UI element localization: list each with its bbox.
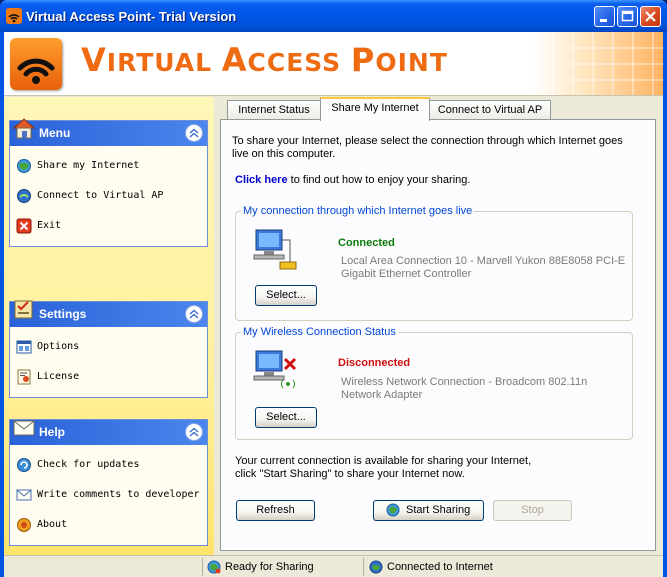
help-link-row: Click here to find out how to enjoy your… bbox=[235, 174, 470, 187]
wireless-desc-line1: Wireless Network Connection - Broadcom 8… bbox=[341, 376, 588, 388]
sidebar: Menu Share my Internet Connect to Virtua… bbox=[4, 97, 214, 559]
tab-connect-virtual-ap[interactable]: Connect to Virtual AP bbox=[429, 100, 551, 120]
wireless-status-disconnected: Disconnected bbox=[338, 357, 411, 369]
wireless-status-group: My Wireless Connection Status Disconnect… bbox=[235, 326, 633, 440]
sharing-status-icon bbox=[207, 560, 221, 574]
menu-panel-title: Menu bbox=[39, 126, 71, 140]
about-icon bbox=[17, 518, 31, 532]
intro-text-line2: live on this computer. bbox=[232, 148, 336, 160]
status-sharing: Ready for Sharing bbox=[202, 558, 363, 576]
tab-internet-status[interactable]: Internet Status bbox=[227, 100, 321, 120]
wireless-desc-line2: Network Adapter bbox=[341, 389, 423, 401]
start-sharing-label: Start Sharing bbox=[406, 504, 471, 516]
status-internet: Connected to Internet bbox=[363, 558, 663, 576]
settings-panel: Settings Options License bbox=[9, 300, 208, 398]
help-panel-title: Help bbox=[39, 425, 66, 439]
sidebar-item-connect-virtual-ap[interactable]: Connect to Virtual AP bbox=[10, 184, 207, 214]
minimize-icon bbox=[600, 19, 607, 22]
maximize-button[interactable] bbox=[617, 6, 638, 27]
banner-decoration bbox=[533, 32, 663, 95]
window-left-border bbox=[0, 32, 4, 577]
client-area: VIRTUAL ACCESS POINT Menu Share my Inter… bbox=[4, 32, 663, 577]
my-connection-title: My connection through which Internet goe… bbox=[241, 205, 475, 217]
options-icon bbox=[16, 340, 32, 354]
home-icon bbox=[12, 118, 36, 139]
menu-panel: Menu Share my Internet Connect to Virtua… bbox=[9, 118, 208, 247]
license-icon bbox=[17, 369, 31, 385]
sidebar-item-options[interactable]: Options bbox=[10, 335, 207, 365]
my-connection-group: My connection through which Internet goe… bbox=[235, 205, 633, 321]
help-panel: Help Check for updates Write comments to… bbox=[9, 419, 208, 546]
collapse-button[interactable] bbox=[185, 305, 203, 323]
update-icon bbox=[17, 458, 31, 472]
help-panel-header[interactable]: Help bbox=[10, 420, 207, 445]
share-tab-page: To share your Internet, please select th… bbox=[220, 119, 656, 551]
sidebar-item-license[interactable]: License bbox=[10, 365, 207, 395]
sharing-note-line2: click "Start Sharing" to share your Inte… bbox=[235, 468, 465, 480]
close-icon bbox=[645, 11, 656, 22]
select-connection-button[interactable]: Select... bbox=[255, 285, 317, 306]
title-bar[interactable]: Virtual Access Point- Trial Version bbox=[0, 0, 667, 32]
network-icon bbox=[17, 189, 31, 203]
sharing-note-line1: Your current connection is available for… bbox=[235, 455, 532, 467]
collapse-button[interactable] bbox=[185, 124, 203, 142]
start-sharing-icon bbox=[386, 503, 400, 517]
wireless-disconnected-icon bbox=[253, 350, 297, 389]
minimize-button[interactable] bbox=[594, 6, 615, 27]
settings-panel-header[interactable]: Settings bbox=[10, 300, 207, 327]
connection-desc-line2: Gigabit Ethernet Controller bbox=[341, 268, 472, 280]
chevron-up-icon bbox=[189, 309, 199, 319]
tab-share-my-internet[interactable]: Share My Internet bbox=[320, 97, 430, 121]
sidebar-item-check-updates[interactable]: Check for updates bbox=[10, 453, 207, 483]
app-logo bbox=[10, 38, 62, 90]
wifi-icon bbox=[17, 58, 55, 84]
refresh-button[interactable]: Refresh bbox=[236, 500, 315, 521]
click-here-text: to find out how to enjoy your sharing. bbox=[290, 174, 471, 186]
settings-panel-title: Settings bbox=[39, 307, 87, 321]
wifi-icon bbox=[6, 8, 22, 24]
maximize-icon bbox=[621, 10, 634, 22]
close-button[interactable] bbox=[640, 6, 661, 27]
sidebar-item-share-internet[interactable]: Share my Internet bbox=[10, 154, 207, 184]
connection-desc-line1: Local Area Connection 10 - Marvell Yukon… bbox=[341, 255, 626, 267]
wired-connection-icon bbox=[253, 229, 297, 270]
chevron-up-icon bbox=[189, 128, 199, 138]
mail-icon bbox=[16, 489, 32, 501]
connection-status-connected: Connected bbox=[338, 237, 395, 249]
settings-icon bbox=[14, 300, 33, 319]
status-internet-text: Connected to Internet bbox=[387, 561, 493, 573]
menu-panel-header[interactable]: Menu bbox=[10, 118, 207, 146]
globe-share-icon bbox=[17, 159, 31, 173]
collapse-button[interactable] bbox=[185, 423, 203, 441]
sidebar-item-exit[interactable]: Exit bbox=[10, 214, 207, 244]
window-right-border bbox=[663, 32, 667, 577]
wireless-status-title: My Wireless Connection Status bbox=[241, 326, 398, 338]
help-mail-icon bbox=[13, 420, 35, 436]
status-sharing-text: Ready for Sharing bbox=[225, 561, 314, 573]
banner-title: VIRTUAL ACCESS POINT bbox=[81, 41, 448, 79]
stop-button[interactable]: Stop bbox=[493, 500, 572, 521]
intro-text-line1: To share your Internet, please select th… bbox=[232, 135, 623, 147]
exit-icon bbox=[16, 218, 32, 234]
banner: VIRTUAL ACCESS POINT bbox=[4, 32, 663, 96]
app-window: Virtual Access Point- Trial Version VIRT… bbox=[0, 0, 667, 577]
sidebar-item-write-comments[interactable]: Write comments to developer bbox=[10, 483, 207, 513]
status-bar: Ready for Sharing Connected to Internet bbox=[4, 555, 663, 577]
click-here-link[interactable]: Click here bbox=[235, 174, 288, 186]
sidebar-item-about[interactable]: About bbox=[10, 513, 207, 543]
select-wireless-button[interactable]: Select... bbox=[255, 407, 317, 428]
start-sharing-button[interactable]: Start Sharing bbox=[373, 500, 484, 521]
grid-decoration-icon bbox=[533, 32, 663, 95]
window-title: Virtual Access Point- Trial Version bbox=[26, 9, 237, 24]
chevron-up-icon bbox=[189, 427, 199, 437]
globe-icon bbox=[369, 560, 383, 574]
main-area: Internet Status Share My Internet Connec… bbox=[216, 97, 663, 559]
